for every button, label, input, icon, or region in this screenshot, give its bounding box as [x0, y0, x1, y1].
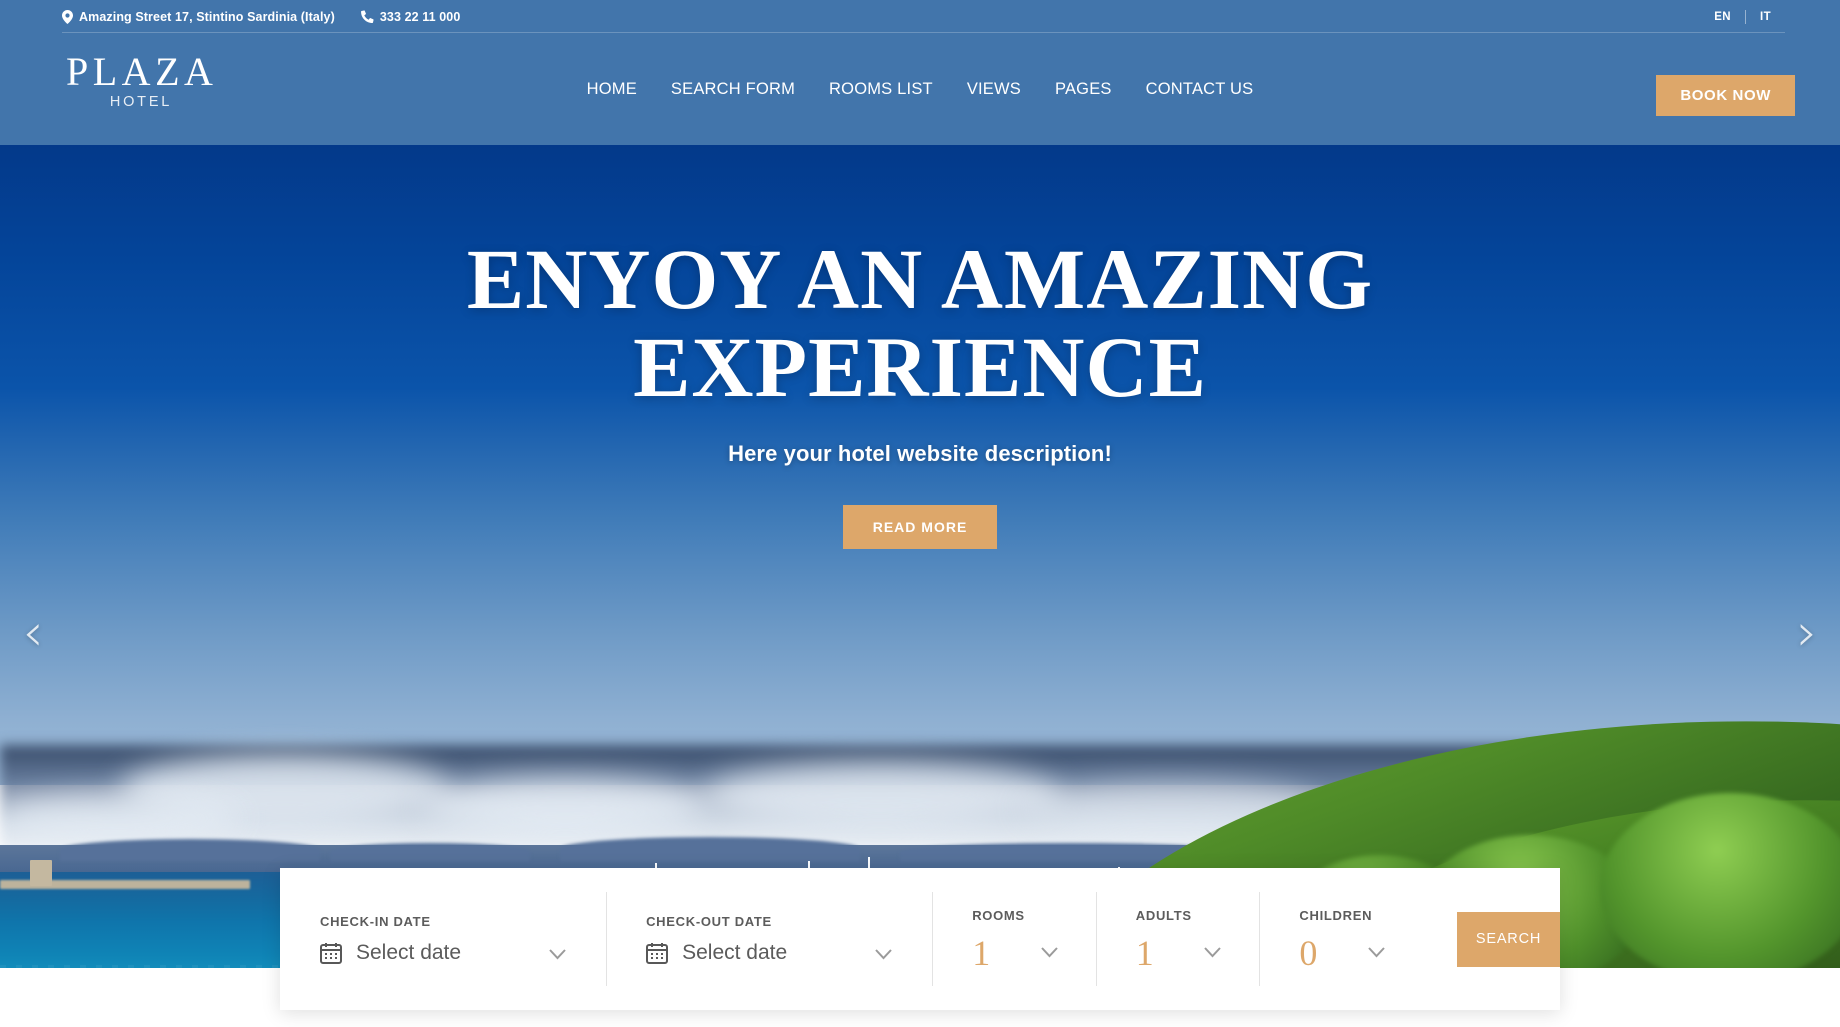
- calendar-icon: [646, 942, 669, 964]
- phone-item[interactable]: 333 22 11 000: [360, 9, 461, 24]
- rooms-value: 1: [972, 932, 991, 973]
- address-item: Amazing Street 17, Stintino Sardinia (It…: [62, 9, 335, 24]
- phone-icon: [360, 10, 374, 24]
- hero-title: ENYOY AN AMAZING EXPERIENCE: [466, 231, 1374, 415]
- children-value: 0: [1299, 932, 1318, 973]
- read-more-button[interactable]: READ MORE: [842, 505, 998, 549]
- hero-content: ENYOY AN AMAZING EXPERIENCE Here your ho…: [0, 145, 1840, 968]
- address-text: Amazing Street 17, Stintino Sardinia (It…: [79, 9, 335, 24]
- lang-it[interactable]: IT: [1746, 11, 1785, 23]
- map-pin-icon: [62, 9, 73, 24]
- nav-item-views[interactable]: VIEWS: [950, 80, 1038, 99]
- children-field[interactable]: CHILDREN 0: [1259, 868, 1423, 1010]
- checkin-placeholder: Select date: [356, 940, 462, 964]
- nav-item-home[interactable]: HOME: [570, 80, 654, 99]
- phone-text: 333 22 11 000: [379, 9, 461, 24]
- checkin-field[interactable]: CHECK-IN DATE Select date: [280, 868, 606, 1010]
- adults-value: 1: [1135, 932, 1154, 973]
- site-header: PLAZA HOTEL HOME SEARCH FORM ROOMS LIST …: [0, 33, 1840, 145]
- lang-en[interactable]: EN: [1700, 11, 1745, 23]
- hero-slider: ENYOY AN AMAZING EXPERIENCE Here your ho…: [0, 145, 1840, 968]
- search-button[interactable]: SEARCH: [1457, 911, 1561, 967]
- children-label: CHILDREN: [1299, 907, 1373, 923]
- top-bar: Amazing Street 17, Stintino Sardinia (It…: [0, 0, 1840, 33]
- calendar-icon: [320, 942, 342, 964]
- checkout-field[interactable]: CHECK-OUT DATE Select date: [606, 868, 932, 1010]
- rooms-label: ROOMS: [972, 907, 1025, 923]
- chevron-down-icon[interactable]: [1041, 945, 1058, 962]
- chevron-down-icon[interactable]: [549, 947, 566, 964]
- nav-item-pages[interactable]: PAGES: [1038, 80, 1129, 99]
- slider-next-arrow[interactable]: ›: [1784, 607, 1830, 659]
- checkout-placeholder: Select date: [682, 940, 788, 964]
- language-switcher: EN IT: [1700, 0, 1785, 33]
- adults-field[interactable]: ADULTS 1: [1095, 868, 1260, 1010]
- nav-item-rooms-list[interactable]: ROOMS LIST: [812, 80, 950, 99]
- nav-item-search-form[interactable]: SEARCH FORM: [654, 80, 812, 99]
- nav-item-contact-us[interactable]: CONTACT US: [1129, 80, 1271, 99]
- search-button-wrap: SEARCH: [1423, 868, 1561, 1010]
- checkout-label: CHECK-OUT DATE: [646, 913, 772, 929]
- booking-search-bar: CHECK-IN DATE Select date CHECK-OUT DATE…: [280, 868, 1561, 1010]
- checkin-label: CHECK-IN DATE: [320, 913, 431, 929]
- adults-label: ADULTS: [1135, 907, 1192, 923]
- top-bar-contact-group: Amazing Street 17, Stintino Sardinia (It…: [62, 0, 460, 33]
- chevron-down-icon[interactable]: [875, 947, 892, 964]
- chevron-down-icon[interactable]: [1368, 945, 1385, 962]
- rooms-field[interactable]: ROOMS 1: [932, 868, 1096, 1010]
- main-nav: HOME SEARCH FORM ROOMS LIST VIEWS PAGES …: [0, 33, 1840, 145]
- book-now-button[interactable]: BOOK NOW: [1656, 75, 1795, 116]
- chevron-down-icon[interactable]: [1204, 945, 1222, 962]
- hero-subtitle: Here your hotel website description!: [728, 441, 1112, 466]
- slider-prev-arrow[interactable]: ‹: [10, 607, 56, 659]
